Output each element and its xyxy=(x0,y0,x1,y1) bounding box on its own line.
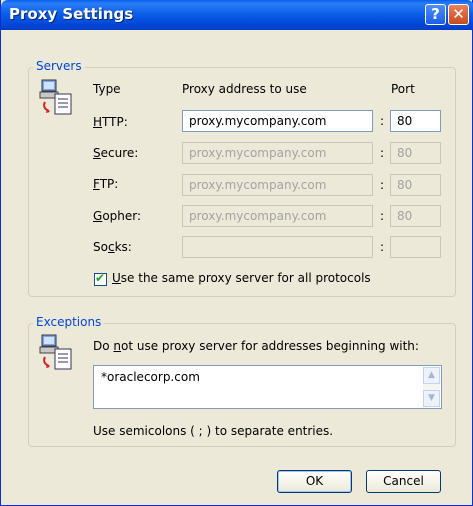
secure-label: Secure: xyxy=(93,146,139,160)
scroll-down-icon[interactable]: ▼ xyxy=(423,390,440,407)
gopher-address-input[interactable]: proxy.mycompany.com xyxy=(182,205,373,227)
ftp-port-input[interactable]: 80 xyxy=(390,174,441,196)
secure-address-input[interactable]: proxy.mycompany.com xyxy=(182,142,373,164)
close-button[interactable]: ✕ xyxy=(448,4,469,25)
column-type-header: Type xyxy=(93,82,121,96)
gopher-label: Gopher: xyxy=(93,209,142,223)
exceptions-value: *oraclecorp.com xyxy=(101,370,200,384)
socks-address-input[interactable] xyxy=(182,236,373,258)
same-proxy-checkbox[interactable]: ✔ xyxy=(94,271,107,286)
http-label: HTTP: xyxy=(93,115,128,129)
ok-button[interactable]: OK xyxy=(277,470,352,493)
title-bar[interactable]: Proxy Settings ? ✕ xyxy=(1,0,473,30)
socks-label: Socks: xyxy=(93,240,132,254)
gopher-port-input[interactable]: 80 xyxy=(390,205,441,227)
gopher-colon: : xyxy=(380,209,385,223)
http-port-input[interactable]: 80 xyxy=(390,110,441,132)
socks-port-input[interactable] xyxy=(390,236,441,258)
secure-colon: : xyxy=(380,146,385,160)
ftp-label: FTP: xyxy=(93,177,119,191)
ftp-colon: : xyxy=(380,178,385,192)
servers-group-label: Servers xyxy=(33,59,85,73)
checkmark-icon: ✔ xyxy=(95,271,106,285)
secure-port-input[interactable]: 80 xyxy=(390,142,441,164)
exceptions-hint: Use semicolons ( ; ) to separate entries… xyxy=(93,424,334,438)
window-title: Proxy Settings xyxy=(9,5,134,23)
ftp-address-input[interactable]: proxy.mycompany.com xyxy=(182,174,373,196)
http-address-input[interactable]: proxy.mycompany.com xyxy=(182,110,373,132)
scroll-up-icon[interactable]: ▲ xyxy=(423,367,440,384)
cancel-button[interactable]: Cancel xyxy=(366,470,441,493)
socks-colon: : xyxy=(380,240,385,254)
network-computers-icon xyxy=(39,334,72,370)
exceptions-textarea[interactable]: *oraclecorp.com ▲ ▼ xyxy=(93,365,442,409)
same-proxy-label[interactable]: Use the same proxy server for all protoc… xyxy=(112,271,371,285)
exceptions-scrollbar[interactable]: ▲ ▼ xyxy=(423,367,440,407)
http-colon: : xyxy=(380,114,385,128)
proxy-settings-dialog: Proxy Settings ? ✕ Servers Type Proxy ad… xyxy=(0,0,473,506)
help-button[interactable]: ? xyxy=(425,4,446,25)
column-address-header: Proxy address to use xyxy=(182,82,307,96)
column-port-header: Port xyxy=(391,82,415,96)
exceptions-instruction: Do not use proxy server for addresses be… xyxy=(93,339,419,353)
network-computers-icon xyxy=(39,79,72,115)
exceptions-group-label: Exceptions xyxy=(33,315,105,329)
